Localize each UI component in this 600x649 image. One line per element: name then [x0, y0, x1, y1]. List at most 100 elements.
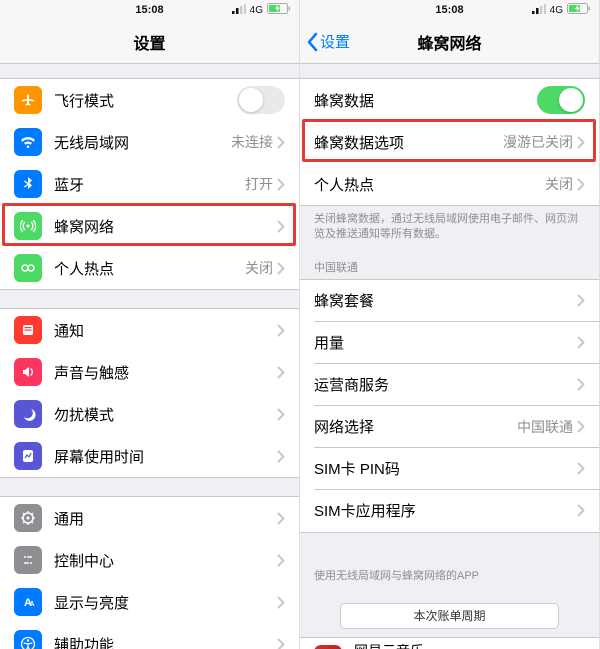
- billing-period-segment[interactable]: 本次账单周期: [340, 603, 559, 629]
- general-group: 通用控制中心AA显示与亮度辅助功能墙纸Siri与搜索面容ID与密码: [0, 496, 299, 649]
- toggle[interactable]: [237, 86, 285, 114]
- cell-label: 显示与亮度: [54, 592, 277, 613]
- status-bar: 15:08 4G: [0, 0, 299, 20]
- cell-label: 蜂窝数据选项: [314, 132, 503, 153]
- cell-airplane[interactable]: 飞行模式: [0, 79, 299, 121]
- chevron-right-icon: [577, 378, 585, 391]
- cell-label: 个人热点: [314, 174, 545, 195]
- cell-label: 控制中心: [54, 550, 277, 571]
- chevron-right-icon: [277, 554, 285, 567]
- chevron-right-icon: [577, 336, 585, 349]
- chevron-right-icon: [277, 512, 285, 525]
- cell-label: 蓝牙: [54, 174, 245, 195]
- app-label: 网易云音乐: [354, 641, 529, 649]
- cell-display[interactable]: AA 显示与亮度: [0, 581, 299, 623]
- cell-网络选择[interactable]: 网络选择中国联通: [300, 406, 599, 448]
- cell-用量[interactable]: 用量: [300, 322, 599, 364]
- cell-label: 蜂窝网络: [54, 216, 277, 237]
- accessibility-icon: [14, 630, 42, 649]
- chevron-right-icon: [577, 136, 585, 149]
- cell-wifi[interactable]: 无线局域网未连接: [0, 121, 299, 163]
- cell-蜂窝数据[interactable]: 蜂窝数据: [300, 79, 599, 121]
- cell-蜂窝套餐[interactable]: 蜂窝套餐: [300, 280, 599, 322]
- controlcenter-icon: [14, 546, 42, 574]
- cell-label: 通用: [54, 508, 277, 529]
- apps-group: 网易云音乐WLAN与蜂窝网络5.2 GB头条今日头条WLAN与蜂窝网络4.1 G…: [300, 637, 599, 649]
- app-cell[interactable]: 网易云音乐WLAN与蜂窝网络5.2 GB: [300, 638, 599, 649]
- status-time: 15:08: [135, 4, 163, 16]
- cell-运营商服务[interactable]: 运营商服务: [300, 364, 599, 406]
- cell-detail: 关闭: [245, 258, 273, 278]
- cell-bluetooth[interactable]: 蓝牙打开: [0, 163, 299, 205]
- sounds-icon: [14, 358, 42, 386]
- signal-icon: [532, 4, 546, 17]
- back-button[interactable]: 设置: [306, 31, 350, 52]
- cell-SIM卡 PIN码[interactable]: SIM卡 PIN码: [300, 448, 599, 490]
- hotspot-icon: [14, 254, 42, 282]
- connectivity-group: 飞行模式无线局域网未连接蓝牙打开蜂窝网络个人热点关闭: [0, 78, 299, 290]
- chevron-right-icon: [277, 136, 285, 149]
- general-icon: [14, 504, 42, 532]
- cell-detail: 打开: [245, 174, 273, 194]
- display-icon: AA: [14, 588, 42, 616]
- notifications-icon: [14, 316, 42, 344]
- cell-蜂窝数据选项[interactable]: 蜂窝数据选项漫游已关闭: [300, 121, 599, 163]
- chevron-right-icon: [277, 450, 285, 463]
- cell-detail: 未连接: [231, 132, 273, 152]
- battery-icon: [567, 3, 591, 17]
- settings-screen: 15:08 4G 设置 飞行模式无线局域网未连接蓝牙打开蜂窝网络个人热点关闭 通…: [0, 0, 300, 649]
- cell-label: 个人热点: [54, 258, 245, 279]
- cell-general[interactable]: 通用: [0, 497, 299, 539]
- dnd-icon: [14, 400, 42, 428]
- cell-label: 屏幕使用时间: [54, 446, 277, 467]
- cell-controlcenter[interactable]: 控制中心: [0, 539, 299, 581]
- cell-detail: 关闭: [545, 174, 573, 194]
- cell-label: 蜂窝套餐: [314, 290, 577, 311]
- chevron-right-icon: [277, 596, 285, 609]
- carrier-header: 中国联通: [300, 245, 599, 279]
- chevron-right-icon: [277, 408, 285, 421]
- cell-label: 用量: [314, 332, 577, 353]
- chevron-right-icon: [577, 178, 585, 191]
- chevron-right-icon: [277, 638, 285, 649]
- chevron-right-icon: [277, 262, 285, 275]
- seg-label: 本次账单周期: [413, 607, 485, 624]
- cell-accessibility[interactable]: 辅助功能: [0, 623, 299, 649]
- cell-dnd[interactable]: 勿扰模式: [0, 393, 299, 435]
- wifi-icon: [14, 128, 42, 156]
- toggle[interactable]: [537, 86, 585, 114]
- screentime-icon: [14, 442, 42, 470]
- cell-label: 运营商服务: [314, 374, 577, 395]
- svg-text:A: A: [29, 601, 34, 608]
- back-label: 设置: [320, 31, 350, 52]
- cell-label: SIM卡应用程序: [314, 500, 577, 521]
- cell-SIM卡应用程序[interactable]: SIM卡应用程序: [300, 490, 599, 532]
- cell-cellular[interactable]: 蜂窝网络: [0, 205, 299, 247]
- cell-hotspot[interactable]: 个人热点关闭: [0, 247, 299, 289]
- cell-sounds[interactable]: 声音与触感: [0, 351, 299, 393]
- cell-notifications[interactable]: 通知: [0, 309, 299, 351]
- cell-label: 通知: [54, 320, 277, 341]
- page-title: 设置: [133, 30, 165, 54]
- carrier-group: 蜂窝套餐用量运营商服务网络选择中国联通SIM卡 PIN码 SIM卡应用程序: [300, 279, 599, 533]
- chevron-right-icon: [577, 504, 585, 517]
- signal-icon: [232, 4, 246, 17]
- cell-screentime[interactable]: 屏幕使用时间: [0, 435, 299, 477]
- cell-label: 蜂窝数据: [314, 90, 537, 111]
- cell-label: 辅助功能: [54, 634, 277, 649]
- net-label: 4G: [550, 5, 563, 16]
- cell-label: 飞行模式: [54, 90, 237, 111]
- battery-icon: [267, 3, 291, 17]
- chevron-right-icon: [277, 366, 285, 379]
- status-bar: 15:08 4G: [300, 0, 599, 20]
- cellular-screen: 15:08 4G 设置 蜂窝网络 蜂窝数据蜂窝数据选项漫游已关闭个人热点关闭 关…: [300, 0, 600, 649]
- cell-detail: 漫游已关闭: [503, 132, 573, 152]
- chevron-right-icon: [277, 178, 285, 191]
- nav-bar: 设置 蜂窝网络: [300, 20, 599, 64]
- chevron-right-icon: [277, 324, 285, 337]
- status-time: 15:08: [435, 4, 463, 16]
- notifications-group: 通知声音与触感勿扰模式屏幕使用时间: [0, 308, 299, 478]
- data-group: 蜂窝数据蜂窝数据选项漫游已关闭个人热点关闭: [300, 78, 599, 206]
- cell-个人热点[interactable]: 个人热点关闭: [300, 163, 599, 205]
- chevron-right-icon: [277, 220, 285, 233]
